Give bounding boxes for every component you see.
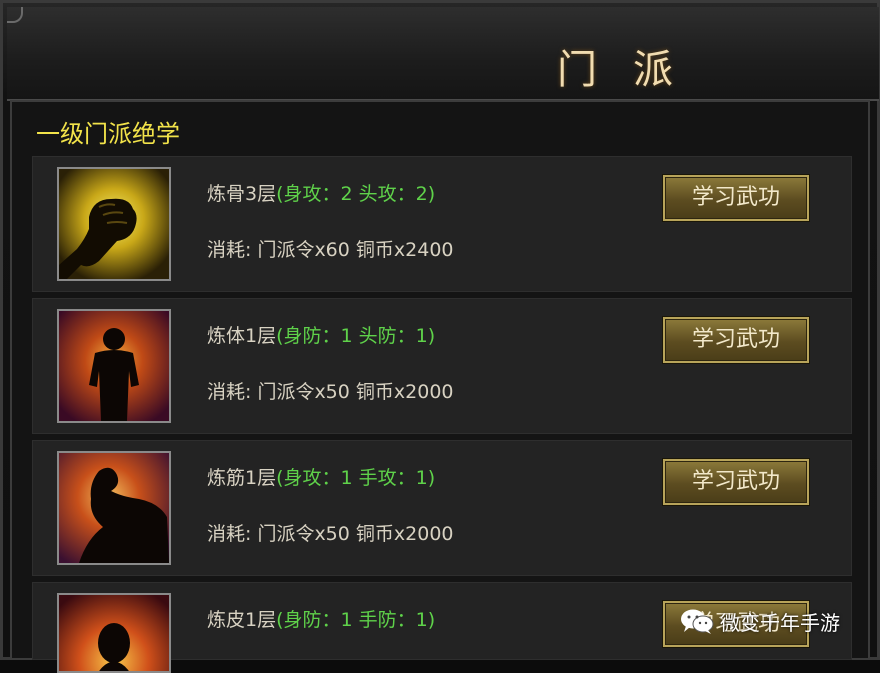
skill-stat: (身攻：1 手攻：1) xyxy=(276,467,436,489)
fist-icon xyxy=(57,167,171,281)
skill-cost: 消耗: 门派令x50 铜币x2000 xyxy=(207,523,454,545)
skill-row: 炼骨3层(身攻：2 头攻：2) 消耗: 门派令x60 铜币x2400 学习武功 xyxy=(32,156,852,292)
skill-row: 炼筋1层(身攻：1 手攻：1) 消耗: 门派令x50 铜币x2000 学习武功 xyxy=(32,440,852,576)
learn-skill-button[interactable]: 学习武功 xyxy=(663,317,809,363)
watermark: 微变千年手游 xyxy=(680,606,840,636)
learn-skill-button[interactable]: 学习武功 xyxy=(663,175,809,221)
corner-ornament-icon xyxy=(7,7,23,23)
body-flame-icon xyxy=(57,309,171,423)
skill-stat: (身防：1 手防：1) xyxy=(276,609,436,631)
watermark-text: 微变千年手游 xyxy=(720,610,840,635)
skill-cost: 消耗: 门派令x50 铜币x2000 xyxy=(207,381,454,403)
head-flame-icon xyxy=(57,593,171,673)
skill-name: 炼筋1层(身攻：1 手攻：1) xyxy=(207,467,436,489)
skill-name: 炼骨3层(身攻：2 头攻：2) xyxy=(207,183,436,205)
learn-skill-button[interactable]: 学习武功 xyxy=(663,459,809,505)
skill-stat: (身防：1 头防：1) xyxy=(276,325,436,347)
skill-stat: (身攻：2 头攻：2) xyxy=(276,183,436,205)
skill-cost: 消耗: 门派令x60 铜币x2400 xyxy=(207,239,454,261)
window-title: 门派 xyxy=(557,47,709,93)
section-title: 一级门派绝学 xyxy=(36,120,180,148)
skill-row: 炼体1层(身防：1 头防：1) 消耗: 门派令x50 铜币x2000 学习武功 xyxy=(32,298,852,434)
wechat-icon xyxy=(681,609,714,634)
flexed-arm-icon xyxy=(57,451,171,565)
skill-name: 炼体1层(身防：1 头防：1) xyxy=(207,325,436,347)
skill-name: 炼皮1层(身防：1 手防：1) xyxy=(207,609,436,631)
title-bar: 门派 xyxy=(7,7,879,101)
